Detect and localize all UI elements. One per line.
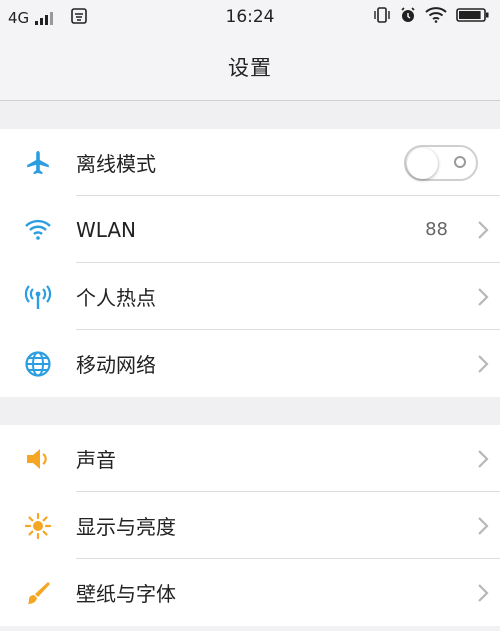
mobile-network-label: 移动网络 xyxy=(76,353,156,377)
globe-icon xyxy=(0,350,76,378)
vibrate-icon xyxy=(373,7,391,27)
nav-bar: 设置 xyxy=(0,34,500,101)
wlan-value: 88 xyxy=(425,219,448,240)
brightness-icon xyxy=(0,512,76,540)
chevron-right-icon xyxy=(466,516,500,536)
chevron-right-icon xyxy=(466,583,500,603)
settings-row-wlan[interactable]: WLAN 88 xyxy=(0,196,500,263)
sound-label: 声音 xyxy=(76,448,116,472)
settings-row-airplane-mode[interactable]: 离线模式 xyxy=(0,129,500,196)
wlan-label: WLAN xyxy=(76,217,137,242)
alarm-icon xyxy=(400,7,416,27)
chevron-right-icon xyxy=(466,220,500,240)
settings-row-sound[interactable]: 声音 xyxy=(0,425,500,492)
wifi-icon xyxy=(0,219,76,241)
toggle-knob xyxy=(407,147,438,179)
network-section: 离线模式 WLAN 88 个人热点 移动网络 xyxy=(0,129,500,397)
status-bar: 4G 16:24 xyxy=(0,0,500,34)
section-gap xyxy=(0,101,500,129)
wallpaper-font-label: 壁纸与字体 xyxy=(76,582,176,606)
airplane-mode-toggle[interactable] xyxy=(404,144,478,181)
hotspot-icon xyxy=(0,283,76,311)
speaker-icon xyxy=(0,446,76,472)
wifi-status-icon xyxy=(425,7,447,27)
chevron-right-icon xyxy=(466,287,500,307)
chevron-right-icon xyxy=(466,354,500,374)
chevron-right-icon xyxy=(466,449,500,469)
toggle-off-indicator xyxy=(454,155,466,168)
display-section: 声音 显示与亮度 壁纸与字体 xyxy=(0,425,500,626)
airplane-icon xyxy=(0,149,76,177)
settings-row-mobile-network[interactable]: 移动网络 xyxy=(0,330,500,397)
status-right xyxy=(373,7,490,27)
section-gap xyxy=(0,397,500,425)
brush-icon xyxy=(0,579,76,607)
battery-icon xyxy=(456,7,490,27)
hotspot-label: 个人热点 xyxy=(76,286,156,310)
settings-row-wallpaper-font[interactable]: 壁纸与字体 xyxy=(0,559,500,626)
settings-row-display-brightness[interactable]: 显示与亮度 xyxy=(0,492,500,559)
settings-row-hotspot[interactable]: 个人热点 xyxy=(0,263,500,330)
airplane-mode-label: 离线模式 xyxy=(76,152,156,176)
display-brightness-label: 显示与亮度 xyxy=(76,515,176,539)
page-title: 设置 xyxy=(228,56,272,80)
